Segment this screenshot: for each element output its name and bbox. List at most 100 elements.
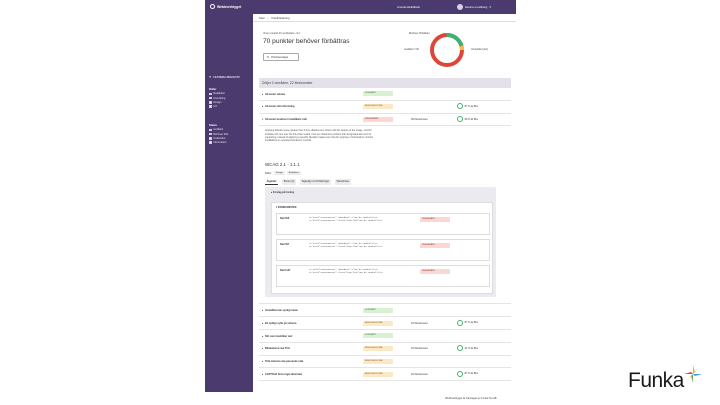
tab-improvements[interactable]: Tagkeltig mot förbättringar: [299, 179, 331, 185]
chevron-right-icon: ▸: [262, 347, 264, 351]
examples-title: Förslag på lösning: [272, 191, 295, 195]
chevron-right-icon: ▸: [262, 92, 264, 96]
donut-label-right: Underkänt (42): [471, 48, 488, 51]
app-window: Webbverktyget Ansvarsskildlistar Hanna L…: [205, 0, 516, 392]
result-row[interactable]: ▸ Titla texterna ska passande sida BEHÖV…: [259, 355, 511, 369]
violations-title[interactable]: ▾ FÖREKOMSTER: [276, 206, 296, 209]
page-title: 70 punkter behöver förbättras: [263, 38, 350, 45]
violation-code: <a href="#MainContent" tabindex="-1">Gå …: [309, 242, 383, 249]
tab-actions[interactable]: Åtgärder: [265, 179, 279, 185]
checkbox[interactable]: [209, 105, 212, 108]
breadcrumb-item: Kravförteckning: [271, 16, 290, 20]
chevron-right-icon: ▸: [262, 334, 264, 338]
filter-option[interactable]: Information: [209, 141, 229, 144]
result-description: Applying title/alt-mouse greater than 0 …: [265, 129, 373, 142]
chevron-down-icon: ▾: [262, 118, 264, 122]
filter-option-label: Behöver förb.: [213, 132, 229, 136]
status-badge: UNDERKÄNT: [420, 269, 450, 274]
result-score: 41 % är Bra: [457, 345, 478, 352]
status-badge: UNDERKÄNT: [420, 243, 450, 248]
breadcrumb-item[interactable]: Start: [259, 17, 264, 20]
score-text: 87 % är Bra: [464, 104, 478, 108]
checkbox[interactable]: [209, 132, 212, 136]
checkbox[interactable]: [209, 141, 212, 144]
result-row[interactable]: ▸ Alt-texter rätt utformning BEHÖVER FÖR…: [259, 100, 511, 114]
violation-code: <a href="#MainContent" tabindex="-1">Gå …: [309, 216, 383, 223]
filter-option[interactable]: Behöver förb.: [209, 133, 229, 136]
result-name: Innehållet inte synligt innan: [265, 308, 298, 312]
examples-toggle[interactable]: ▸ Förslag på lösning: [271, 191, 294, 194]
status-badge: UNDERKÄNT: [363, 116, 393, 122]
score-text: 87 % är Bra: [464, 321, 478, 325]
score-ring-icon: [457, 370, 463, 377]
result-name: Bildtexterna ska Tills: [265, 347, 290, 351]
result-list: Döljer 0 områden, 22 förekomster ▸ Alt-t…: [259, 78, 511, 390]
result-score: 87 % är Bra: [457, 319, 478, 326]
logo-icon: [210, 4, 215, 9]
examples-panel: ▸ Förslag på lösning ▾ FÖREKOMSTER Rad 3…: [265, 187, 496, 298]
chevron-right-icon: ▸: [262, 372, 264, 376]
wcag-reference[interactable]: WCAG 2.1 - 1.1.1: [265, 162, 300, 167]
logo-text: Webbverktyget: [217, 4, 242, 9]
filter-icon: ☰: [209, 76, 212, 79]
result-row[interactable]: ▸ Innehållet inte synligt innan GODKÄNT: [259, 304, 511, 318]
score-text: 87 % är Bra: [464, 372, 478, 376]
user-menu[interactable]: Hanna Lundberg ▾: [457, 3, 491, 10]
filter-option-label: Redaktion: [213, 92, 226, 96]
filter-group-status: Status Godkänt Behöver förb. Underkänt I…: [209, 124, 229, 145]
filter-option[interactable]: Godkänt: [209, 128, 229, 131]
filter-group-title: Status: [209, 124, 217, 127]
violation-line: Rad 1127: [280, 269, 291, 273]
filter-toggle[interactable]: ☰ FILTRERA RESULTAT: [209, 76, 240, 79]
filter-option[interactable]: Design: [209, 101, 225, 104]
filter-label: FILTRERA RESULTAT: [213, 76, 240, 79]
filter-option-label: Design: [213, 100, 222, 104]
result-row-expanded[interactable]: ▾ Alt-texter beskriver innehållets mål U…: [259, 113, 511, 127]
checkbox[interactable]: [209, 100, 212, 104]
filter-option[interactable]: UX: [209, 105, 225, 108]
score-text: 69 % är Bra: [464, 117, 478, 121]
result-score: 87 % är Bra: [457, 103, 478, 110]
status-badge: GODKÄNT: [363, 307, 393, 313]
result-row[interactable]: ▸ Alt-texter saknas GODKÄNT: [259, 88, 511, 101]
app-logo[interactable]: Webbverktyget: [210, 4, 241, 9]
site-label: Visar resultat för webbplats: cinc: [263, 32, 301, 35]
status-badge: BEHÖVER FÖRB.: [363, 371, 393, 377]
checkbox[interactable]: [209, 128, 212, 132]
funka-logo: Funka: [628, 363, 704, 393]
sort-icon: ⇅: [267, 55, 270, 59]
violation-line: Rad 467: [280, 243, 290, 247]
result-row[interactable]: ▸ Bildtexterna ska Tills BEHÖVER FÖRB. 1…: [259, 342, 511, 356]
prioritize-button[interactable]: ⇅ Prioritera lägre: [263, 53, 299, 61]
checkbox[interactable]: [209, 92, 212, 96]
result-list-header: Döljer 0 områden, 22 förekomster: [259, 78, 511, 88]
filter-option[interactable]: Utveckling: [209, 97, 225, 100]
status-badge: BEHÖVER FÖRB.: [363, 104, 393, 110]
result-row[interactable]: ▸ Stil som innehåller text GODKÄNT: [259, 329, 511, 343]
violation-code: <a href="#MainContent" tabindex="-1">Gå …: [309, 268, 383, 275]
status-badge: BEHÖVER FÖRB.: [363, 320, 393, 326]
score-ring-icon: [457, 345, 463, 352]
funka-wordmark: Funka: [628, 369, 684, 392]
breadcrumb: Start › Kravförteckning: [253, 14, 516, 22]
filter-option-label: Underkänt: [213, 136, 226, 140]
donut-label-left: Godkänt / OK: [404, 48, 420, 51]
role-chip: Redaktion: [286, 171, 301, 175]
tab-service-flaws[interactable]: Tjänstbrister: [334, 179, 352, 185]
filter-option[interactable]: Redaktion: [209, 92, 225, 95]
nav-link[interactable]: Ansvarsskildlistar: [397, 5, 420, 9]
violation-row: Rad 1127 <a href="#MainContent" tabindex…: [276, 265, 490, 288]
status-donut-chart: [430, 33, 464, 67]
footer-text: Webbverktyget är framtaget av Funka Nu A…: [445, 397, 497, 400]
tab-flaws[interactable]: Brister (3): [282, 179, 296, 185]
occurrence-count: 39 förekomster: [411, 118, 428, 122]
prioritize-label: Prioritera lägre: [271, 55, 289, 59]
result-row[interactable]: ▸ Ett tydligt syfte på sidorna BEHÖVER F…: [259, 317, 511, 330]
result-row[interactable]: ▸ CAPTCHA finns inget alternativ BEHÖVER…: [259, 368, 511, 382]
roles-label: Roller:: [265, 171, 272, 175]
checkbox[interactable]: [209, 136, 212, 140]
result-details: Applying title/alt-mouse greater than 0 …: [259, 126, 511, 305]
filter-option[interactable]: Underkänt: [209, 137, 229, 140]
filter-option-label: Godkänt: [213, 128, 224, 132]
checkbox[interactable]: [209, 96, 212, 100]
